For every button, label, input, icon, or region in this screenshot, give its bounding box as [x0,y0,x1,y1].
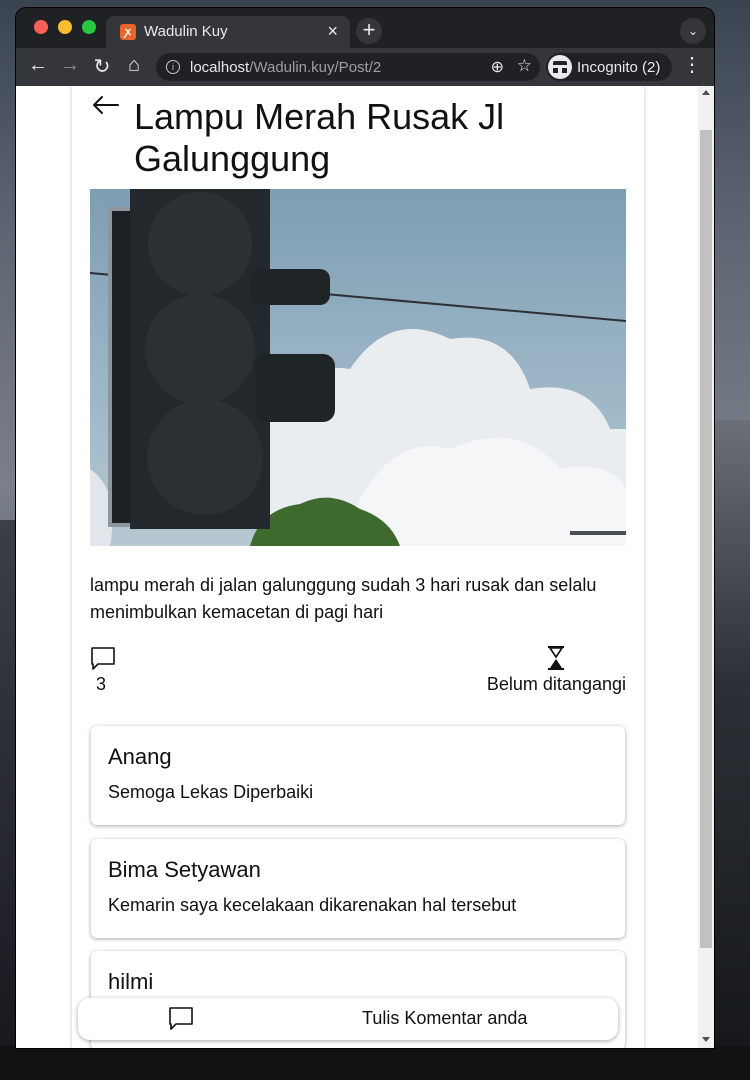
comment-card: Anang Semoga Lekas Diperbaiki [91,726,625,825]
wallpaper-right [710,420,750,1080]
comment-author: hilmi [108,969,154,994]
post-image [90,189,626,546]
site-info-icon[interactable]: i [166,60,180,74]
incognito-indicator[interactable]: Incognito (2) [546,53,672,81]
back-arrow-icon[interactable]: ← [26,54,50,77]
incognito-icon [548,55,572,79]
comment-author: Bima Setyawan [108,857,261,882]
wallpaper-bottom [0,1046,750,1080]
comment-card: Bima Setyawan Kemarin saya kecelakaan di… [91,839,625,938]
comment-text: Semoga Lekas Diperbaiki [108,782,314,802]
browser-menu-icon[interactable]: ⋮ [682,52,702,77]
url-text[interactable]: localhost/Wadulin.kuy/Post/2 [190,59,381,76]
home-icon[interactable]: ⌂ [122,54,146,77]
back-arrow-icon[interactable] [90,90,120,120]
comment-text: Kemarin saya kecelakaan dikarenakan hal … [108,895,517,915]
xampp-icon: ꭗ [120,24,136,40]
tab-search-icon[interactable]: ⌄ [680,18,706,44]
comment-icon[interactable] [90,646,116,672]
status-label: Belum ditangangi [486,674,626,694]
tab-bar: ꭗ Wadulin Kuy × + ⌄ [16,8,714,48]
url-path: /Wadulin.kuy/Post/2 [249,59,382,76]
comment-icon [169,1007,193,1030]
tab-close-icon[interactable]: × [327,21,338,42]
write-comment-bar[interactable]: Tulis Komentar anda [78,998,618,1040]
url-host: localhost [190,59,250,76]
close-window-button[interactable] [34,20,48,34]
browser-window: ꭗ Wadulin Kuy × + ⌄ ← → ↻ ⌂ i localhost/… [16,8,714,1048]
forward-arrow-icon[interactable]: → [58,54,82,77]
hourglass-icon [548,646,564,670]
vertical-scrollbar[interactable] [698,86,714,1048]
reload-icon[interactable]: ↻ [90,54,114,79]
tab-title: Wadulin Kuy [144,23,228,40]
scroll-thumb[interactable] [700,130,712,948]
browser-toolbar: ← → ↻ ⌂ i localhost/Wadulin.kuy/Post/2 ⊕… [16,48,714,86]
comment-author: Anang [108,744,172,769]
maximize-window-button[interactable] [82,20,96,34]
post-container: Lampu Merah Rusak Jl Galunggung lampu me… [72,86,644,1048]
bookmark-star-icon[interactable]: ☆ [517,56,532,76]
post-title: Lampu Merah Rusak Jl Galunggung [134,96,505,179]
comment-count: 3 [96,674,107,694]
address-bar[interactable]: i localhost/Wadulin.kuy/Post/2 ⊕ ☆ [156,53,540,81]
post-description: lampu merah di jalan galunggung sudah 3 … [90,575,597,622]
minimize-window-button[interactable] [58,20,72,34]
zoom-icon[interactable]: ⊕ [491,57,504,77]
page-viewport: Lampu Merah Rusak Jl Galunggung lampu me… [16,86,714,1048]
write-comment-label: Tulis Komentar anda [362,1008,528,1028]
incognito-label: Incognito (2) [577,59,661,76]
browser-tab[interactable]: ꭗ Wadulin Kuy × [106,16,350,48]
scroll-down-icon[interactable] [702,1037,710,1042]
scroll-up-icon[interactable] [702,90,710,95]
new-tab-button[interactable]: + [356,18,382,44]
